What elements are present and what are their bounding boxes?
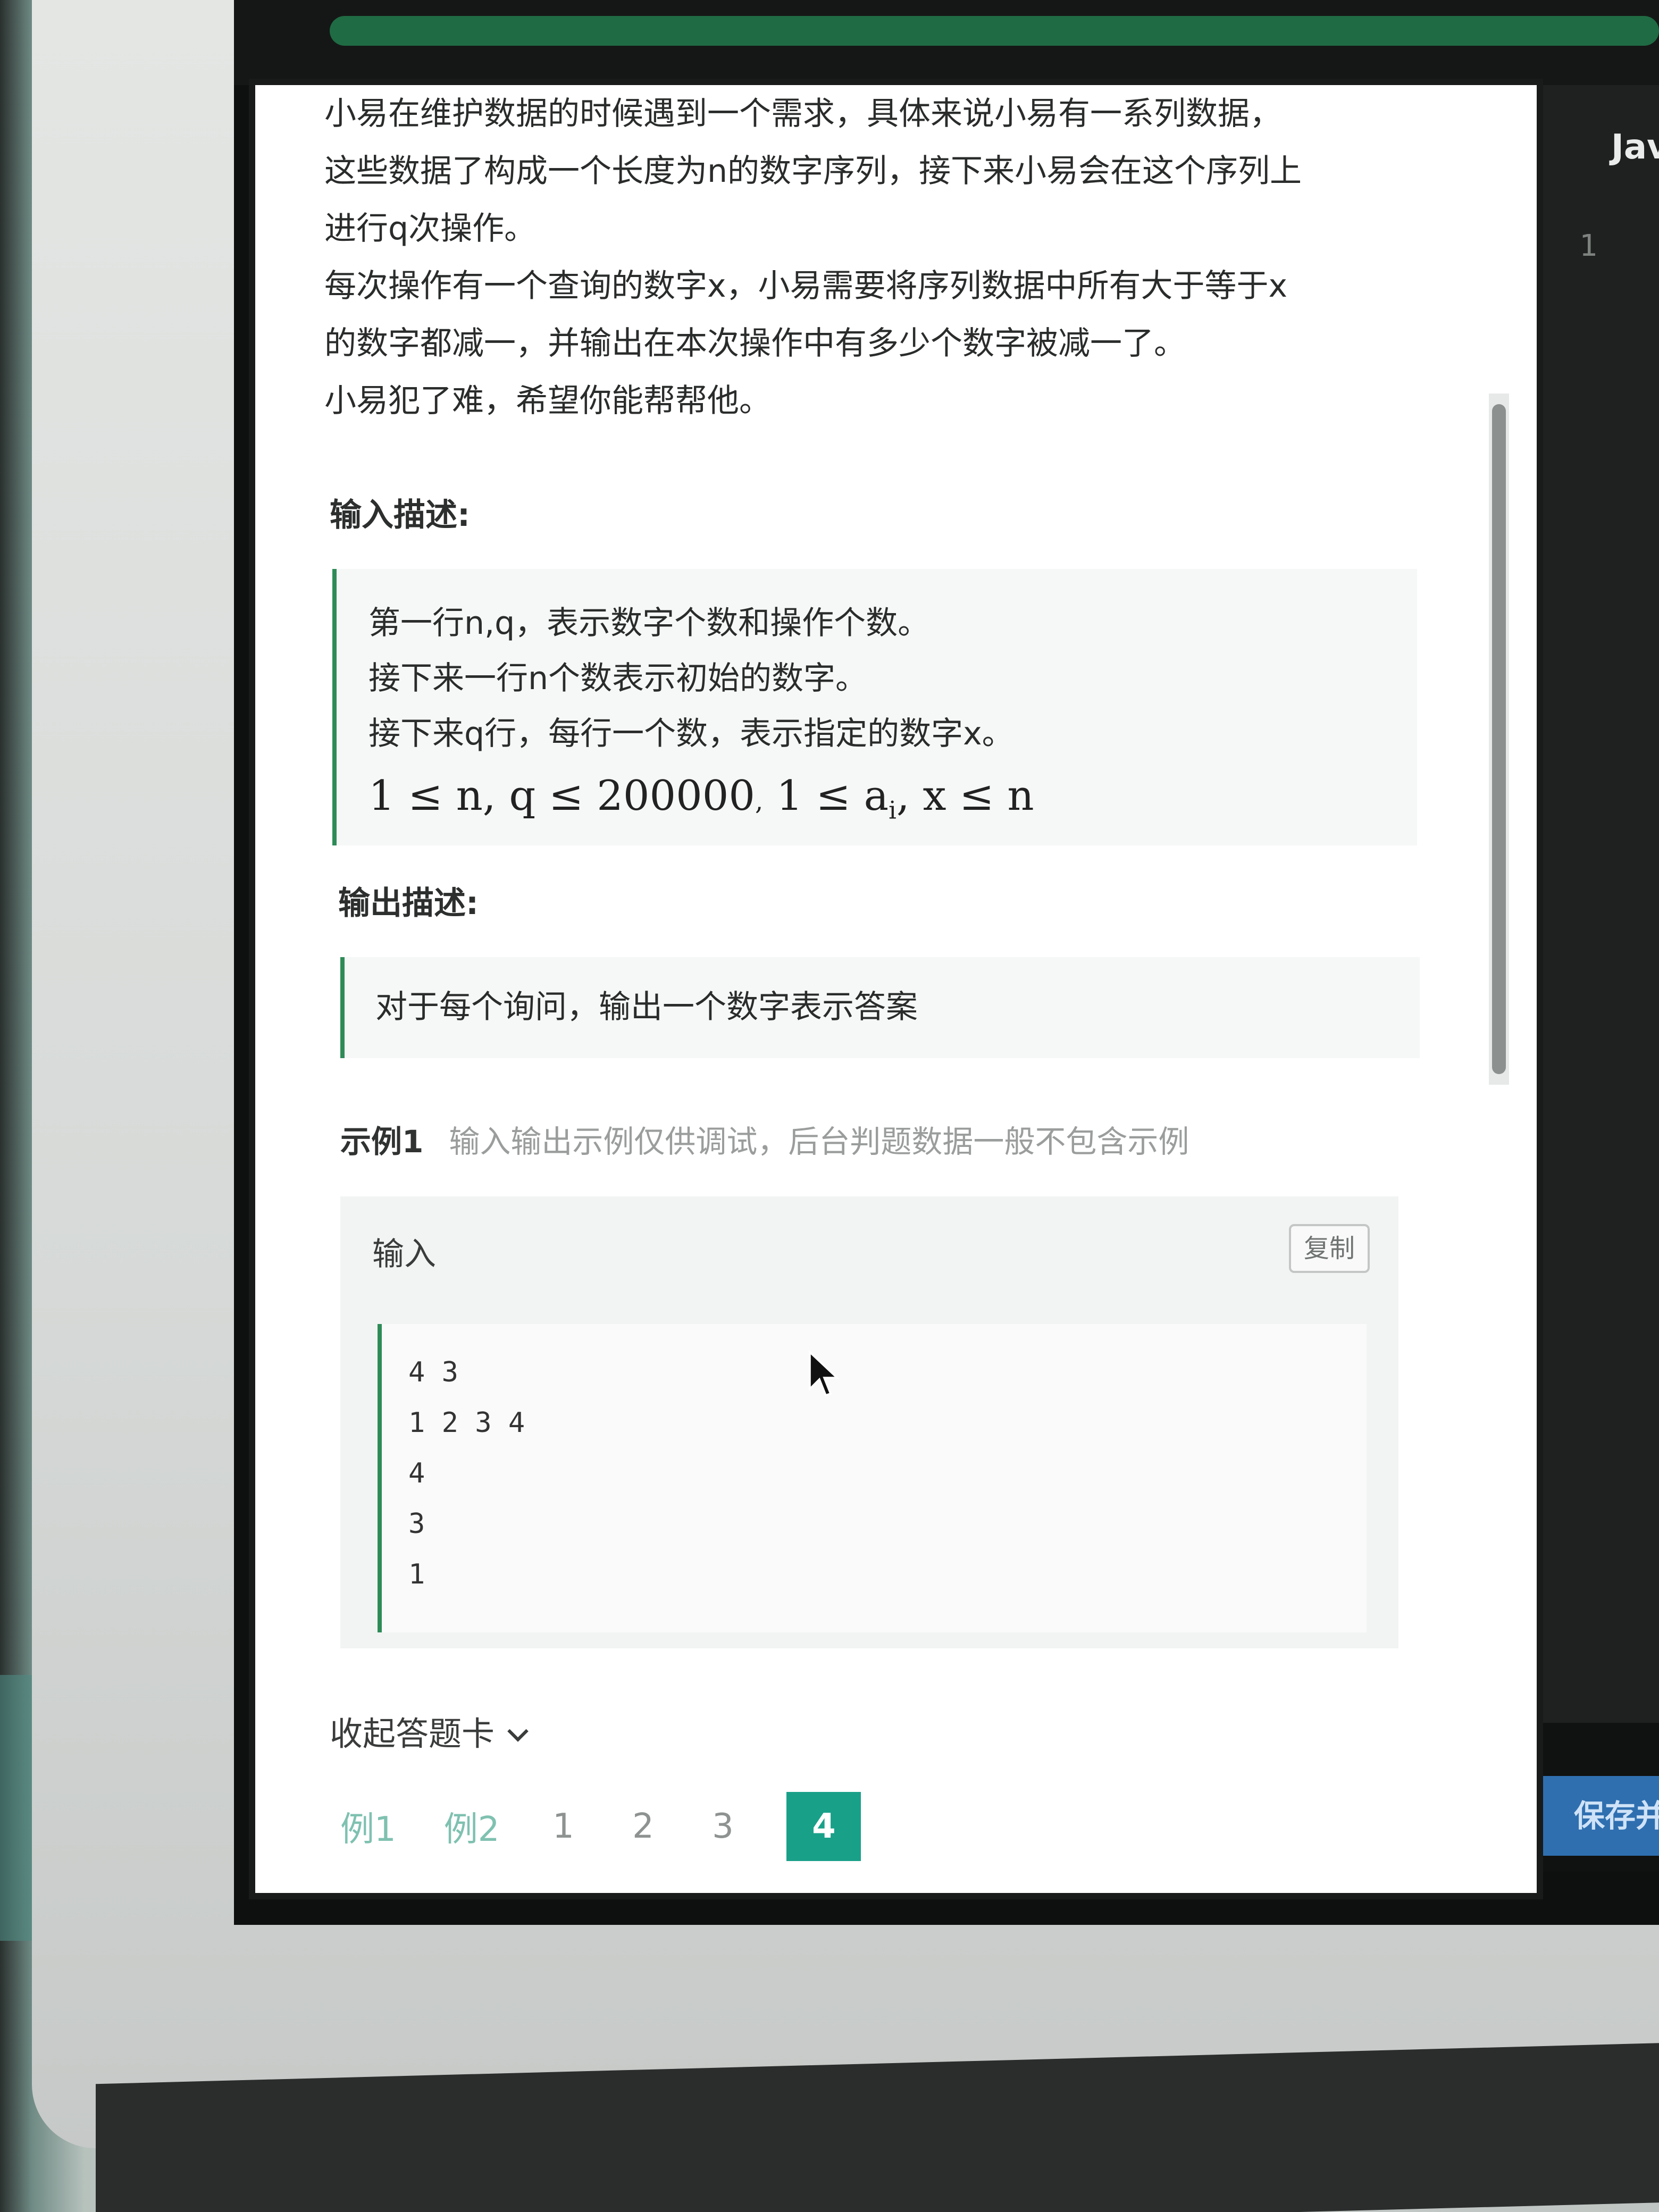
scrollbar-thumb[interactable] bbox=[1492, 404, 1506, 1074]
description-line: 的数字都减一，并输出在本次操作中有多少个数字被减一了。 bbox=[324, 325, 1186, 362]
editor-line-number: 1 bbox=[1579, 229, 1597, 263]
nav-question-1[interactable]: 1 bbox=[547, 1807, 579, 1846]
output-description-heading: 输出描述: bbox=[338, 885, 479, 922]
nav-question-3[interactable]: 3 bbox=[707, 1807, 739, 1846]
input-description-line: 第一行n,q，表示数字个数和操作个数。 bbox=[368, 605, 930, 642]
code-line: 3 bbox=[408, 1508, 425, 1540]
nav-question-4-active[interactable]: 4 bbox=[786, 1792, 861, 1861]
code-editor[interactable] bbox=[1537, 85, 1659, 1850]
constraint-nq: 1 ≤ n, q ≤ 200000 bbox=[368, 772, 756, 820]
photo-scene: Jav 1 保存并 小易在维护数据的时候遇到一个需求，具体来说小易有一系列数据，… bbox=[0, 0, 1659, 2212]
input-description-heading: 输入描述: bbox=[330, 497, 470, 534]
constraint-subscript: i bbox=[889, 795, 896, 825]
example-title: 示例1 输入输出示例仅供调试，后台判题数据一般不包含示例 bbox=[340, 1117, 1189, 1161]
constraint-formula: 1 ≤ n, q ≤ 200000, 1 ≤ ai, x ≤ n bbox=[368, 761, 1417, 845]
code-line: 1 2 3 4 bbox=[408, 1407, 525, 1439]
example-number: 示例1 bbox=[340, 1124, 424, 1160]
input-description-block: 第一行n,q，表示数字个数和操作个数。 接下来一行n个数表示初始的数字。 接下来… bbox=[332, 569, 1417, 845]
collapse-answer-card-button[interactable]: 收起答题卡 bbox=[330, 1707, 529, 1755]
example-input-code: 4 3 1 2 3 4 4 3 1 bbox=[378, 1324, 1367, 1632]
nav-example-2[interactable]: 例2 bbox=[444, 1802, 500, 1851]
chevron-down-icon bbox=[507, 1721, 529, 1742]
constraint-xn: , x ≤ n bbox=[896, 772, 1034, 820]
code-line: 4 3 bbox=[408, 1356, 458, 1388]
input-description-line: 接下来一行n个数表示初始的数字。 bbox=[368, 660, 868, 697]
language-selector[interactable]: Jav bbox=[1611, 128, 1659, 167]
mouse-pointer-icon bbox=[809, 1351, 840, 1397]
description-line: 进行q次操作。 bbox=[324, 210, 537, 247]
description-line: 小易犯了难，希望你能帮帮他。 bbox=[324, 382, 771, 420]
output-description-line: 对于每个询问，输出一个数字表示答案 bbox=[375, 988, 918, 1026]
description-line: 小易在维护数据的时候遇到一个需求，具体来说小易有一系列数据， bbox=[324, 95, 1281, 132]
code-line: 1 bbox=[408, 1559, 425, 1590]
input-description-line: 接下来q行，每行一个数，表示指定的数字x。 bbox=[368, 715, 1014, 752]
description-line: 每次操作有一个查询的数字x，小易需要将序列数据中所有大于等于x bbox=[324, 267, 1288, 305]
constraint-ai: 1 ≤ a bbox=[776, 772, 889, 820]
copy-button[interactable]: 复制 bbox=[1289, 1224, 1370, 1273]
progress-bar bbox=[330, 16, 1659, 46]
description-line: 这些数据了构成一个长度为n的数字序列，接下来小易会在这个序列上 bbox=[324, 153, 1302, 190]
example-hint: 输入输出示例仅供调试，后台判题数据一般不包含示例 bbox=[449, 1124, 1189, 1160]
output-description-block: 对于每个询问，输出一个数字表示答案 bbox=[340, 957, 1420, 1058]
nav-example-1[interactable]: 例1 bbox=[340, 1802, 396, 1851]
example-input-label: 输入 bbox=[372, 1236, 436, 1273]
constraint-separator: , bbox=[755, 786, 764, 816]
save-submit-button[interactable]: 保存并 bbox=[1515, 1776, 1659, 1856]
problem-description: 小易在维护数据的时候遇到一个需求，具体来说小易有一系列数据， 这些数据了构成一个… bbox=[324, 85, 1473, 430]
collapse-label: 收起答题卡 bbox=[330, 1714, 495, 1753]
code-line: 4 bbox=[408, 1457, 425, 1489]
answer-card-nav: 例1 例2 1 2 3 4 bbox=[340, 1792, 861, 1861]
nav-question-2[interactable]: 2 bbox=[627, 1807, 659, 1846]
